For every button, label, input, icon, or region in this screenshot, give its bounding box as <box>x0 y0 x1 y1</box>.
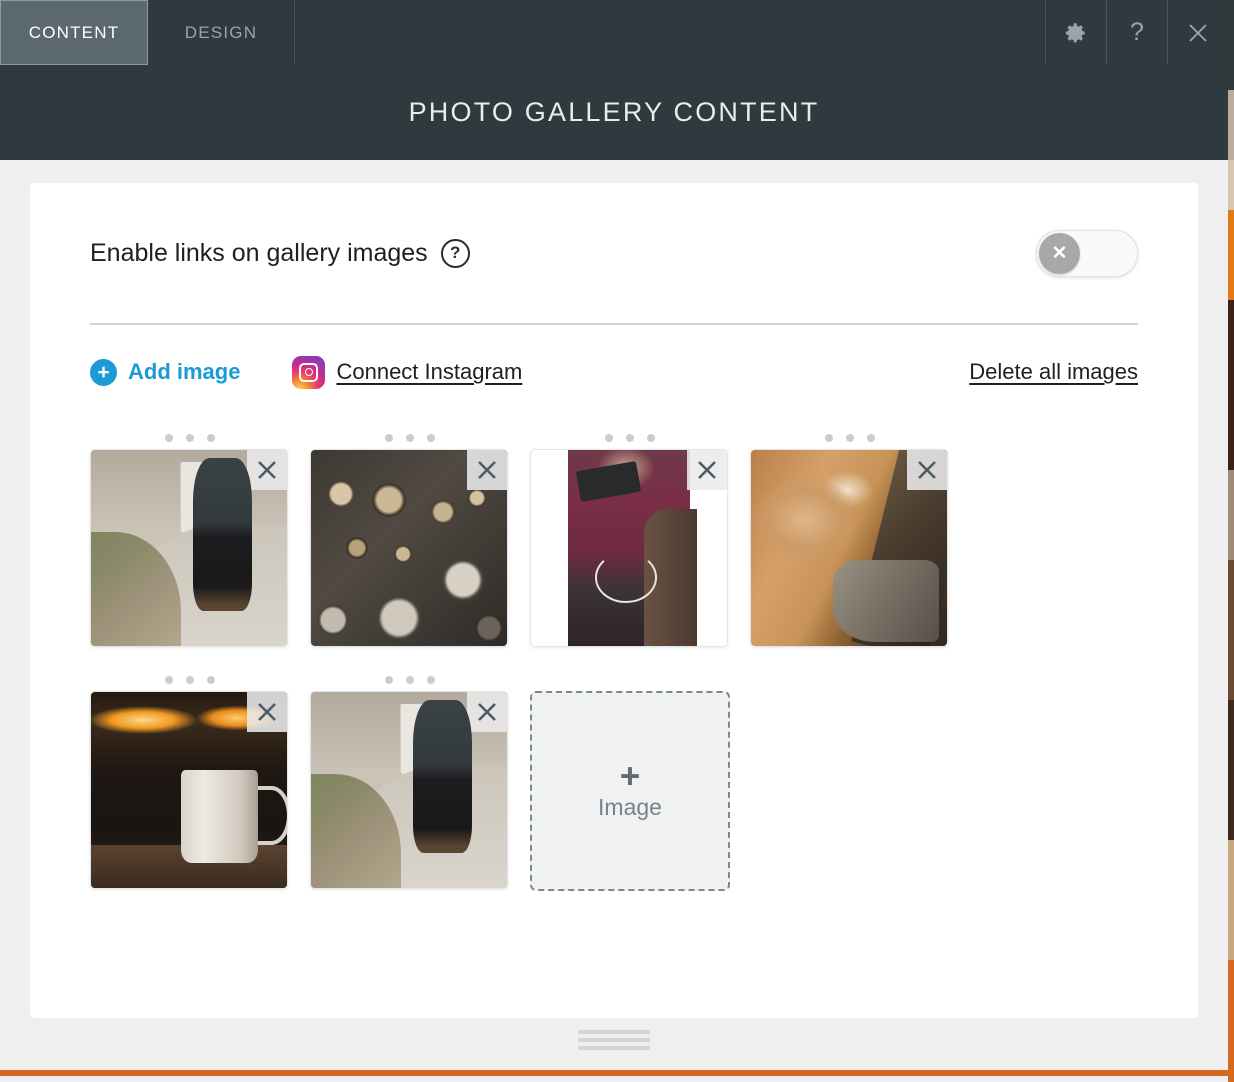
gallery-actions-row: + Add image Connect Instagram Delete all… <box>90 325 1138 419</box>
photo-gallery-settings-modal: CONTENT DESIGN ? PHOTO GALLERY CONTENT E… <box>0 0 1228 1076</box>
thumbnail-card[interactable] <box>530 449 728 647</box>
thumbnail-card[interactable] <box>90 449 288 647</box>
add-image-placeholder-label: Image <box>598 794 662 821</box>
gallery-item <box>90 669 290 891</box>
delete-image-button[interactable] <box>907 450 947 490</box>
gallery-item <box>90 427 290 647</box>
gallery-grid: + Image <box>90 419 1138 891</box>
help-button[interactable]: ? <box>1107 0 1168 65</box>
close-button[interactable] <box>1168 0 1228 65</box>
connect-instagram-button[interactable]: Connect Instagram <box>292 355 523 389</box>
question-mark-icon: ? <box>1130 18 1144 46</box>
delete-image-button[interactable] <box>247 450 287 490</box>
connect-instagram-label: Connect Instagram <box>336 359 523 384</box>
delete-image-button[interactable] <box>247 692 287 732</box>
enable-links-toggle[interactable]: ✕ <box>1036 229 1138 277</box>
thumbnail-card[interactable] <box>310 691 508 889</box>
gallery-item <box>750 427 950 647</box>
tab-content-label: CONTENT <box>28 22 120 42</box>
toggle-knob: ✕ <box>1039 232 1080 274</box>
gear-icon <box>1063 20 1089 46</box>
gallery-item <box>310 427 510 647</box>
screenshot-root: CONTENT DESIGN ? PHOTO GALLERY CONTENT E… <box>0 0 1234 1082</box>
delete-image-button[interactable] <box>687 450 727 490</box>
drag-handle-dots[interactable] <box>310 669 510 691</box>
drag-handle-dots[interactable] <box>750 427 950 449</box>
gallery-item <box>310 669 510 891</box>
plus-icon: + <box>619 756 641 796</box>
delete-image-button[interactable] <box>467 450 507 490</box>
enable-links-row: Enable links on gallery images ? ✕ <box>90 183 1138 323</box>
help-tooltip-icon[interactable]: ? <box>440 238 470 268</box>
add-image-placeholder[interactable]: + Image <box>530 691 730 891</box>
tab-content[interactable]: CONTENT <box>0 0 148 65</box>
resize-grip-lines <box>578 1030 650 1054</box>
add-image-placeholder-wrap: + Image <box>530 669 730 891</box>
thumbnail-card[interactable] <box>90 691 288 889</box>
thumbnail-card[interactable] <box>310 449 508 647</box>
tab-design-label: DESIGN <box>184 22 258 42</box>
drag-handle-dots[interactable] <box>310 427 510 449</box>
drag-handle-dots[interactable] <box>530 427 730 449</box>
bottom-accent-bar <box>0 1070 1228 1076</box>
gallery-item <box>530 427 730 647</box>
add-image-label: Add image <box>128 359 241 384</box>
modal-title-banner: PHOTO GALLERY CONTENT <box>0 65 1228 160</box>
page-title: PHOTO GALLERY CONTENT <box>408 97 820 127</box>
drag-handle-dots[interactable] <box>90 669 290 691</box>
enable-links-label-group: Enable links on gallery images ? <box>90 238 470 268</box>
tabbar-spacer <box>295 0 1046 65</box>
close-icon <box>1183 18 1213 48</box>
thumbnail-card[interactable] <box>750 449 948 647</box>
drag-handle-dots[interactable] <box>90 427 290 449</box>
enable-links-label: Enable links on gallery images <box>90 238 428 267</box>
content-panel: Enable links on gallery images ? ✕ + Add… <box>30 183 1198 1018</box>
thumbnail-image <box>568 450 698 646</box>
delete-image-button[interactable] <box>467 692 507 732</box>
add-image-button[interactable]: + Add image <box>90 358 241 386</box>
modal-resize-handle[interactable] <box>0 1030 1228 1054</box>
tab-design[interactable]: DESIGN <box>148 0 295 65</box>
background-page-sliver <box>1228 0 1234 1082</box>
settings-button[interactable] <box>1046 0 1107 65</box>
plus-circle-icon: + <box>90 358 117 386</box>
instagram-icon <box>292 355 326 389</box>
delete-all-images-link[interactable]: Delete all images <box>969 359 1138 385</box>
modal-tabbar: CONTENT DESIGN ? <box>0 0 1228 65</box>
